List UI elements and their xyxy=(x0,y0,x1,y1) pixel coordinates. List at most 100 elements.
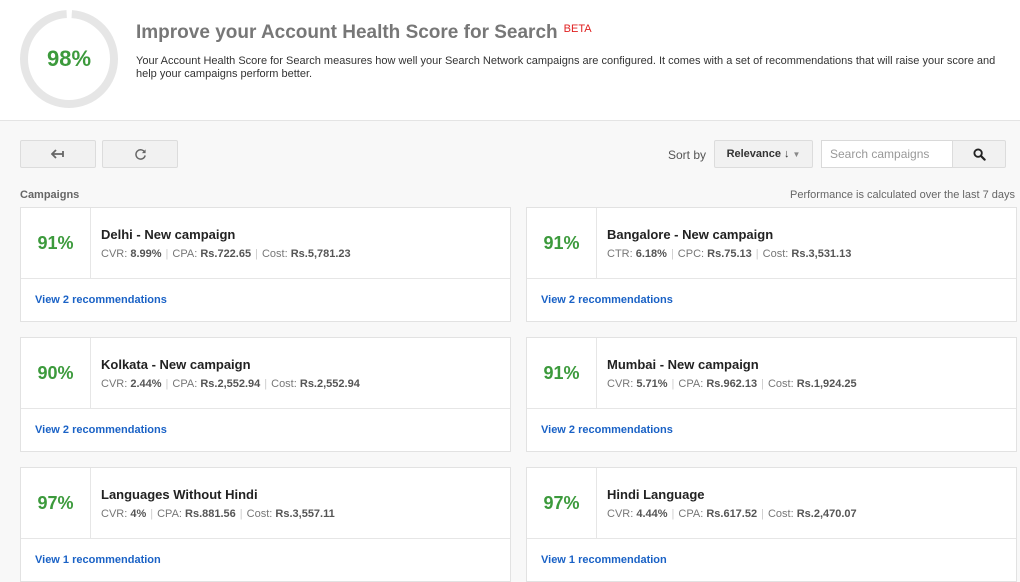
campaign-card-summary: 97% Languages Without Hindi CVR: 4% | CPA:… xyxy=(21,468,510,539)
back-arrow-icon xyxy=(51,149,64,159)
campaign-metrics: CVR: 2.44% | CPA: Rs.2,552.94 | Cost: Rs.2,5… xyxy=(101,378,360,390)
campaign-name: Bangalore - New campaign xyxy=(607,227,774,242)
sort-value: Relevance xyxy=(726,148,781,160)
metric-label: Cost: xyxy=(271,378,297,390)
metric-separator: | xyxy=(150,508,154,520)
metric-separator: | xyxy=(165,378,169,390)
metric-label: CPA: xyxy=(157,508,182,520)
metric-label: Cost: xyxy=(246,508,273,520)
campaign-card-summary: 97% Hindi Language CVR: 4.44% | CPA: Rs.61… xyxy=(527,468,1016,539)
view-recommendations-link[interactable]: View 2 recommendations xyxy=(35,294,167,306)
metric-value: Rs.5,781.23 xyxy=(290,248,351,260)
metric-value: Rs.75.13 xyxy=(707,248,752,260)
metric-value: 8.99% xyxy=(130,248,162,260)
metric-value: Rs.2,470.07 xyxy=(796,508,857,520)
sort-by-label: Sort by xyxy=(668,148,707,162)
view-recommendations-link[interactable]: View 2 recommendations xyxy=(35,424,167,436)
campaign-card-summary: 91% Mumbai - New campaign CVR: 5.71% | CPA… xyxy=(527,338,1016,409)
page-title: Improve your Account Health Score for Se… xyxy=(136,22,592,44)
campaign-card-summary: 91% Bangalore - New campaign CTR: 6.18% |… xyxy=(527,208,1016,279)
metric-separator: | xyxy=(239,508,243,520)
sort-direction-icon: ↓ xyxy=(784,148,790,160)
metric-separator: | xyxy=(671,378,675,390)
refresh-button[interactable] xyxy=(102,140,178,168)
campaign-card-summary: 90% Kolkata - New campaign CVR: 2.44% | CP… xyxy=(21,338,510,409)
metric-separator: | xyxy=(761,378,764,390)
metric-label: CTR: xyxy=(607,248,633,260)
metric-label: CVR: xyxy=(607,378,634,390)
campaign-score: 97% xyxy=(21,468,91,539)
metric-label: CPA: xyxy=(172,378,198,390)
metric-label: CVR: xyxy=(101,248,128,260)
metric-label: CPA: xyxy=(172,248,198,260)
metric-value: 2.44% xyxy=(130,378,162,390)
metric-separator: | xyxy=(761,508,764,520)
metric-value: 5.71% xyxy=(636,378,668,390)
search-button[interactable] xyxy=(952,140,1006,168)
metric-separator: | xyxy=(755,248,759,260)
campaign-name: Hindi Language xyxy=(607,487,705,502)
overall-score-ring: 98% xyxy=(19,9,119,109)
metric-value: Rs.962.13 xyxy=(706,378,758,390)
campaign-card: 97% Languages Without Hindi CVR: 4% | CPA:… xyxy=(20,467,511,582)
campaign-card: 97% Hindi Language CVR: 4.44% | CPA: Rs.61… xyxy=(526,467,1017,582)
metric-value: Rs.3,557.11 xyxy=(275,508,335,520)
campaigns-section-label: Campaigns xyxy=(20,189,80,201)
metric-value: 4.44% xyxy=(636,508,668,520)
metric-separator: | xyxy=(671,508,675,520)
metric-separator: | xyxy=(670,248,674,260)
metric-value: Rs.1,924.25 xyxy=(796,378,857,390)
campaign-metrics: CTR: 6.18% | CPC: Rs.75.13 | Cost: Rs.3,531.… xyxy=(607,248,851,260)
campaign-score: 90% xyxy=(21,338,91,409)
campaign-score: 91% xyxy=(527,208,597,279)
metric-value: 6.18% xyxy=(635,248,667,260)
campaign-name: Languages Without Hindi xyxy=(101,487,258,502)
metric-value: Rs.2,552.94 xyxy=(299,378,360,390)
metric-value: 4% xyxy=(130,508,147,520)
view-recommendations-link[interactable]: View 2 recommendations xyxy=(541,294,673,306)
metric-value: Rs.3,531.13 xyxy=(791,248,852,260)
campaign-metrics: CVR: 4% | CPA: Rs.881.56 | Cost: Rs.3,557.11 xyxy=(101,508,335,520)
metric-value: Rs.722.65 xyxy=(200,248,252,260)
back-button[interactable] xyxy=(20,140,96,168)
metric-label: CVR: xyxy=(101,378,128,390)
campaign-metrics: CVR: 8.99% | CPA: Rs.722.65 | Cost: Rs.5,781… xyxy=(101,248,351,260)
metric-label: Cost: xyxy=(767,378,794,390)
view-recommendations-link[interactable]: View 2 recommendations xyxy=(541,424,673,436)
campaign-card: 91% Bangalore - New campaign CTR: 6.18% |… xyxy=(526,207,1017,322)
account-health-header: 98% Improve your Account Health Score fo… xyxy=(0,0,1020,121)
view-recommendations-link[interactable]: View 1 recommendation xyxy=(35,554,161,566)
search-campaigns-input[interactable] xyxy=(821,140,952,168)
overall-score-value: 98% xyxy=(46,46,92,71)
metric-label: CPA: xyxy=(678,508,704,520)
campaign-name: Kolkata - New campaign xyxy=(101,357,251,372)
chevron-down-icon: ▼ xyxy=(792,149,801,159)
campaign-score: 91% xyxy=(21,208,91,279)
beta-badge: BETA xyxy=(563,23,592,35)
sort-dropdown[interactable]: Relevance ↓ ▼ xyxy=(714,140,813,168)
campaign-metrics: CVR: 5.71% | CPA: Rs.962.13 | Cost: Rs.1,924… xyxy=(607,378,857,390)
page-description: Your Account Health Score for Search mea… xyxy=(136,55,996,80)
metric-label: CVR: xyxy=(101,508,128,520)
metric-value: Rs.881.56 xyxy=(185,508,236,520)
view-recommendations-link[interactable]: View 1 recommendation xyxy=(541,554,667,566)
campaign-card: 91% Mumbai - New campaign CVR: 5.71% | CPA… xyxy=(526,337,1017,452)
campaign-card: 91% Delhi - New campaign CVR: 8.99% | CPA:… xyxy=(20,207,511,322)
campaign-score: 97% xyxy=(527,468,597,539)
campaign-card-summary: 91% Delhi - New campaign CVR: 8.99% | CPA:… xyxy=(21,208,510,279)
page-title-text: Improve your Account Health Score for Se… xyxy=(136,22,558,43)
metric-separator: | xyxy=(165,248,169,260)
metric-label: Cost: xyxy=(261,248,288,260)
metric-value: Rs.2,552.94 xyxy=(200,378,261,390)
campaign-metrics: CVR: 4.44% | CPA: Rs.617.52 | Cost: Rs.2,470… xyxy=(607,508,857,520)
metric-label: Cost: xyxy=(767,508,794,520)
campaign-score: 91% xyxy=(527,338,597,409)
search-icon xyxy=(972,147,986,161)
campaign-name: Delhi - New campaign xyxy=(101,227,236,242)
refresh-icon xyxy=(134,148,146,160)
metric-separator: | xyxy=(264,378,268,390)
campaign-name: Mumbai - New campaign xyxy=(607,357,759,372)
campaign-card: 90% Kolkata - New campaign CVR: 2.44% | CP… xyxy=(20,337,511,452)
metric-separator: | xyxy=(255,248,258,260)
metric-label: CPA: xyxy=(678,378,704,390)
